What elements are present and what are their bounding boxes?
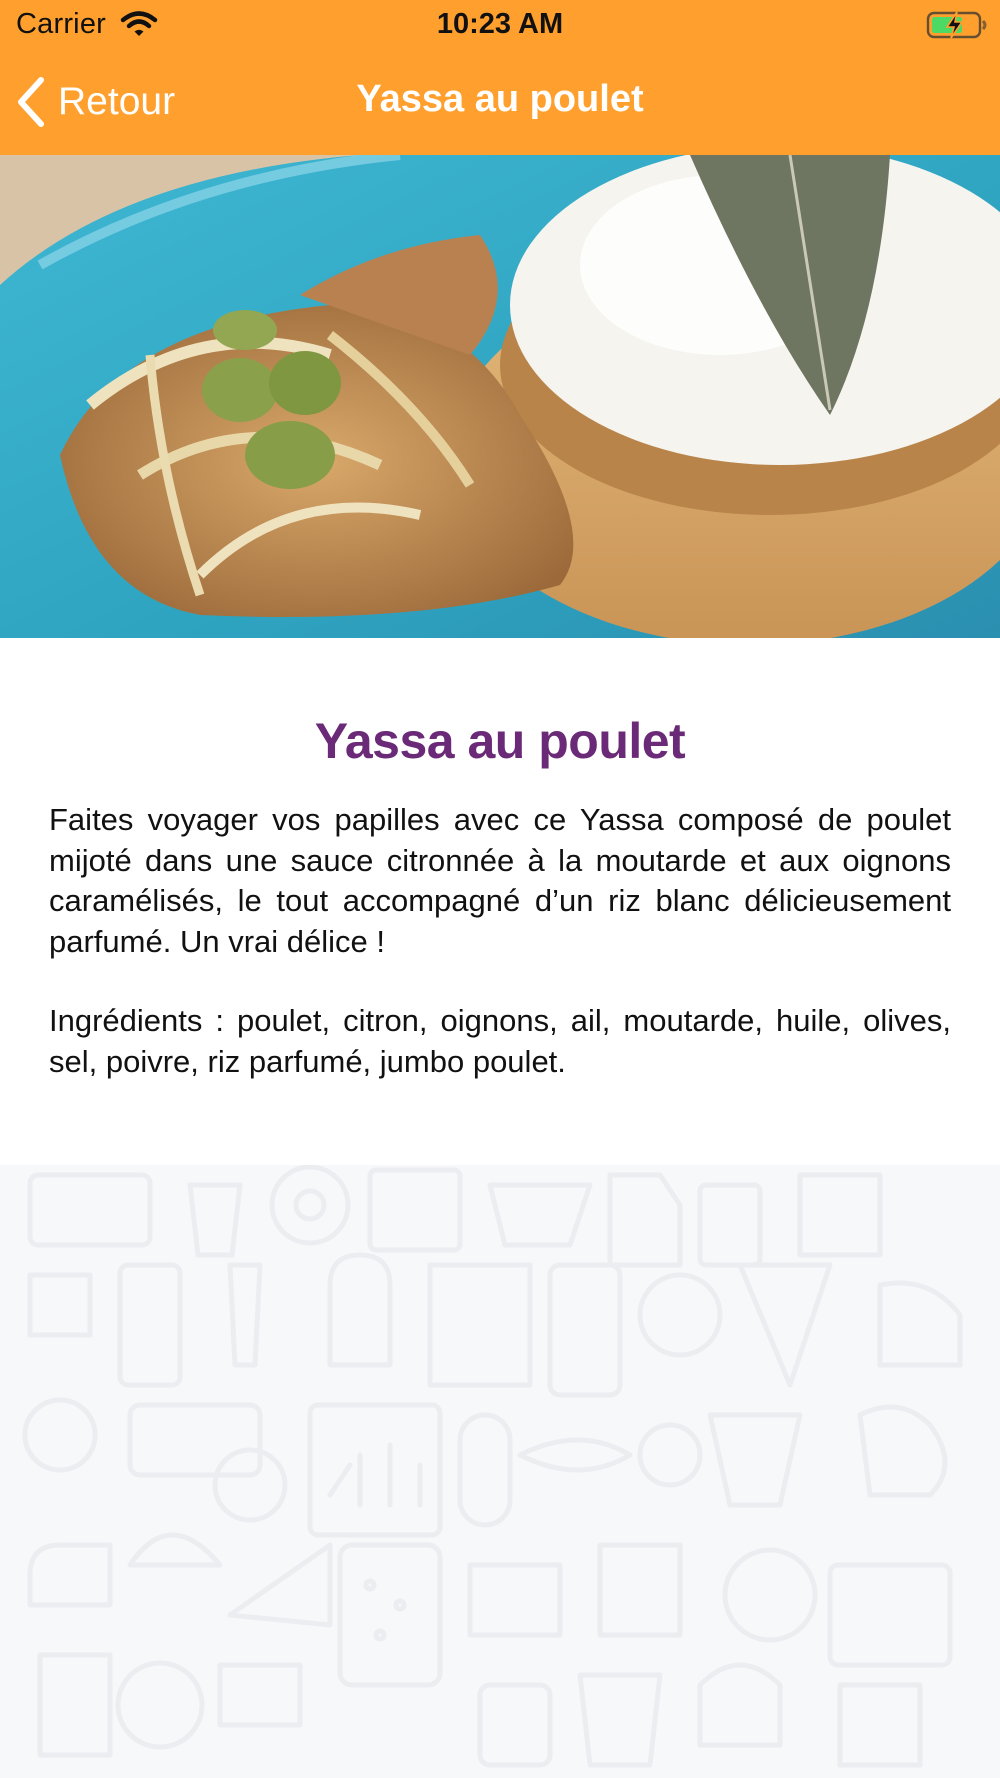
dish-photo-illustration bbox=[0, 155, 1000, 638]
status-bar: Carrier 10:23 AM bbox=[0, 0, 1000, 52]
recipe-ingredients: Ingrédients : poulet, citron, oignons, a… bbox=[49, 1003, 951, 1079]
food-icons-pattern bbox=[22, 1164, 963, 1768]
top-bar: Carrier 10:23 AM Retour Yassa au poulet bbox=[0, 0, 1000, 155]
recipe-content: Yassa au poulet Faites voyager vos papil… bbox=[0, 638, 1000, 1165]
food-pattern-background bbox=[0, 1164, 1000, 1778]
recipe-detail-screen: Carrier 10:23 AM Retour Yassa au poulet … bbox=[0, 0, 1000, 1778]
battery-charging-icon bbox=[926, 11, 987, 39]
recipe-photo bbox=[0, 155, 1000, 638]
status-time: 10:23 AM bbox=[436, 8, 564, 40]
recipe-description: Faites voyager vos papilles avec ce Yass… bbox=[49, 802, 951, 959]
recipe-title: Yassa au poulet bbox=[314, 713, 686, 769]
navigation-bar: Retour Yassa au poulet bbox=[0, 52, 1000, 155]
nav-title: Yassa au poulet bbox=[356, 78, 644, 120]
